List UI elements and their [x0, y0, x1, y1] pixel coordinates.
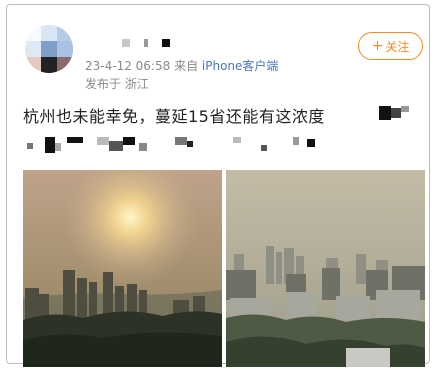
- plus-icon: +: [371, 38, 384, 54]
- post-meta: 23-4-12 06:58 来自 iPhone客户端: [85, 57, 278, 74]
- weibo-post-card: 23-4-12 06:58 来自 iPhone客户端 发布于 浙江 + 关注 杭…: [6, 4, 430, 367]
- hazy-city-skyline-photo[interactable]: [226, 170, 425, 367]
- follow-button[interactable]: + 关注: [358, 32, 423, 60]
- post-timestamp: 23-4-12 06:58: [85, 59, 171, 73]
- source-client-link[interactable]: iPhone客户端: [202, 59, 279, 73]
- follow-label: 关注: [385, 39, 410, 54]
- post-text: 杭州也未能幸免，蔓延15省还能有这浓度: [23, 107, 325, 126]
- username-mosaic[interactable]: [122, 39, 170, 47]
- post-location: 发布于 浙江: [85, 77, 149, 91]
- user-avatar[interactable]: [25, 25, 73, 73]
- hazy-sunrise-city-photo[interactable]: [23, 170, 222, 367]
- source-prefix: 来自: [174, 59, 199, 73]
